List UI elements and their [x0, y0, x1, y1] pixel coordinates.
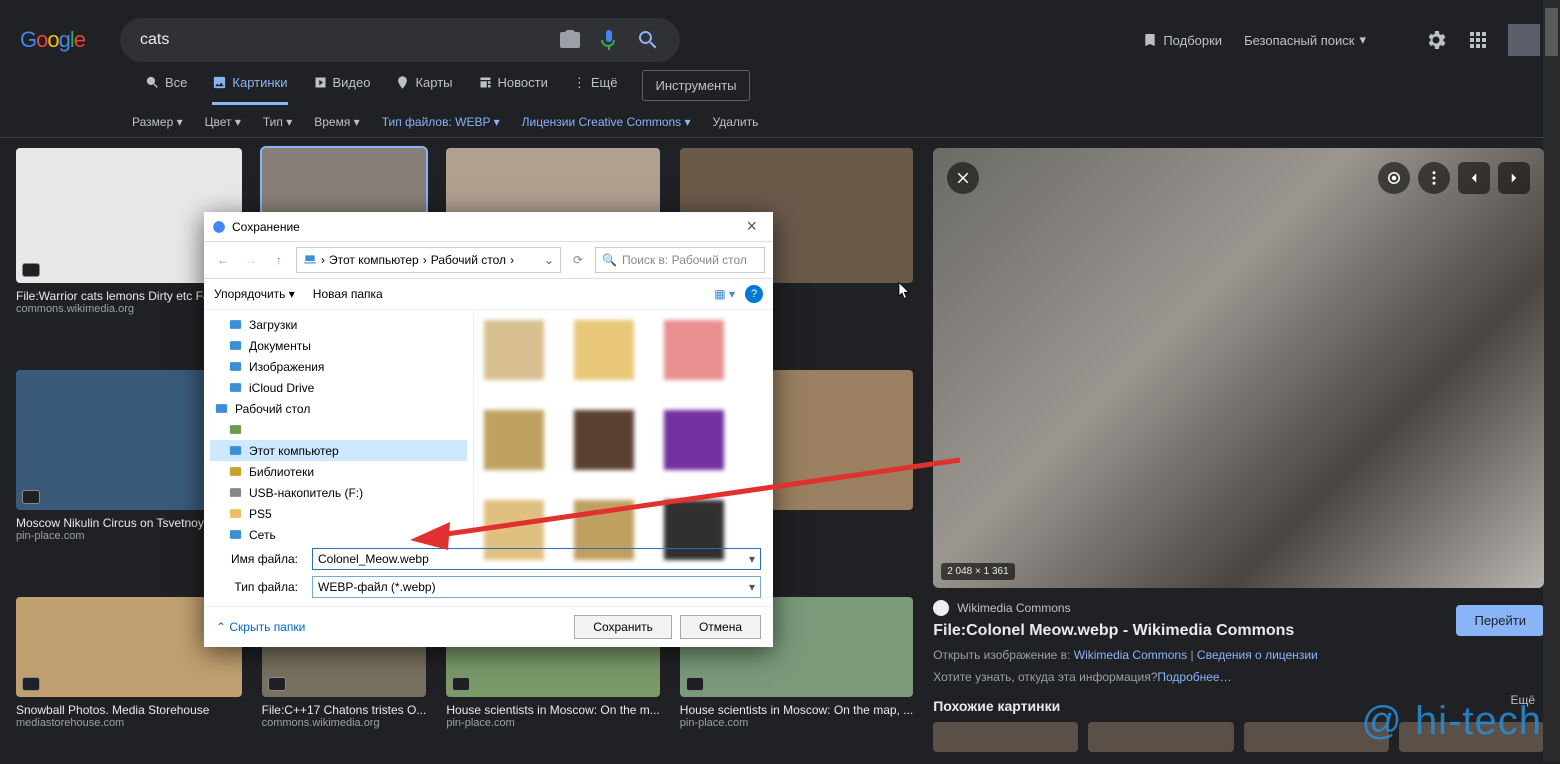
filename-input[interactable]: Colonel_Meow.webp [312, 548, 761, 570]
file-thumb[interactable] [664, 410, 724, 470]
open-in-link[interactable]: Wikimedia Commons [1074, 648, 1187, 662]
search-input[interactable] [140, 31, 543, 49]
tab-more[interactable]: ⋮Ещё [573, 75, 618, 106]
gear-icon[interactable] [1424, 28, 1448, 52]
organize-button[interactable]: Упорядочить ▾ [214, 287, 295, 301]
address-bar[interactable]: ›Этот компьютер›Рабочий стол› ⌄ [296, 247, 561, 273]
tab-maps[interactable]: Карты [395, 75, 452, 105]
filter-color[interactable]: Цвет ▾ [205, 115, 241, 129]
tab-video[interactable]: Видео [313, 75, 371, 105]
view-button[interactable]: ▦ ▾ [714, 287, 735, 301]
chrome-icon [212, 220, 226, 234]
result-source: mediastorehouse.com [16, 717, 242, 729]
preview-source[interactable]: Wikimedia Commons [933, 600, 1544, 616]
page-scrollbar[interactable] [1543, 0, 1560, 762]
tree-node[interactable]: PS5 [210, 503, 467, 524]
hide-folders-link[interactable]: ⌃ Скрыть папки [216, 620, 305, 634]
image-preview-panel: 2 048 × 1 361 Wikimedia Commons File:Col… [933, 148, 1544, 764]
save-dialog: Сохранение × ← → ↑ ›Этот компьютер›Рабоч… [204, 212, 773, 647]
newfolder-button[interactable]: Новая папка [313, 287, 383, 301]
tree-node[interactable] [210, 419, 467, 440]
refresh-button[interactable]: ⟳ [567, 249, 589, 271]
safesearch-link[interactable]: Безопасный поиск ▾ [1244, 32, 1366, 48]
filter-bar: Размер ▾ Цвет ▾ Тип ▾ Время ▾ Тип файлов… [0, 110, 1560, 137]
tab-news[interactable]: Новости [478, 75, 548, 105]
filetype-select[interactable]: WEBP-файл (*.webp) [312, 576, 761, 598]
search-icon[interactable] [636, 28, 660, 52]
nav-fwd-button[interactable]: → [240, 249, 262, 271]
account-avatar[interactable] [1508, 24, 1540, 56]
preview-title: File:Colonel Meow.webp - Wikimedia Commo… [933, 622, 1544, 640]
tree-node[interactable]: Этот компьютер [210, 440, 467, 461]
favicon-icon [933, 600, 949, 616]
folder-tree: ЗагрузкиДокументыИзображенияiCloud Drive… [204, 310, 474, 540]
search-bar[interactable] [120, 18, 680, 62]
collections-link[interactable]: Подборки [1142, 32, 1222, 48]
nav-up-button[interactable]: ↑ [268, 249, 290, 271]
go-button[interactable]: Перейти [1456, 605, 1544, 636]
file-thumb[interactable] [664, 320, 724, 380]
file-thumb[interactable] [574, 320, 634, 380]
filter-time[interactable]: Время ▾ [314, 115, 359, 129]
file-thumb[interactable] [484, 320, 544, 380]
result-source: pin-place.com [446, 717, 659, 729]
tree-node[interactable]: Библиотеки [210, 461, 467, 482]
filetype-label: Тип файла: [216, 580, 306, 594]
file-thumb[interactable] [574, 410, 634, 470]
camera-icon[interactable] [558, 28, 582, 52]
pc-icon [303, 253, 317, 267]
dialog-title: Сохранение [232, 220, 300, 234]
search-tabs: Все Картинки Видео Карты Новости ⋮Ещё Ин… [0, 70, 1560, 110]
close-preview-button[interactable] [947, 162, 979, 194]
prev-image-button[interactable] [1458, 162, 1490, 194]
more-icon[interactable] [1418, 162, 1450, 194]
filter-license[interactable]: Лицензии Creative Commons ▾ [522, 115, 691, 129]
result-title: House scientists in Moscow: On the m... [446, 703, 659, 717]
files-grid [474, 310, 773, 540]
next-image-button[interactable] [1498, 162, 1530, 194]
dialog-search[interactable]: 🔍Поиск в: Рабочий стол [595, 247, 765, 273]
disclaimer-line: Хотите узнать, откуда эта информация?Под… [933, 670, 1544, 684]
help-icon[interactable]: ? [745, 285, 763, 303]
result-title: House scientists in Moscow: On the map, … [680, 703, 913, 717]
nav-back-button[interactable]: ← [212, 249, 234, 271]
tree-node[interactable]: iCloud Drive [210, 377, 467, 398]
filename-label: Имя файла: [216, 552, 306, 566]
lens-icon[interactable] [1378, 162, 1410, 194]
apps-icon[interactable] [1466, 28, 1490, 52]
tools-button[interactable]: Инструменты [642, 70, 749, 101]
save-button[interactable]: Сохранить [574, 615, 672, 639]
header: Google Подборки Безопасный поиск ▾ [0, 0, 1560, 70]
result-title: File:C++17 Chatons tristes O... [262, 703, 427, 717]
tab-images[interactable]: Картинки [212, 75, 287, 105]
preview-image[interactable]: 2 048 × 1 361 [933, 148, 1544, 588]
dialog-close-button[interactable]: × [738, 216, 765, 237]
filter-filetype[interactable]: Тип файлов: WEBP ▾ [382, 115, 500, 129]
filter-size[interactable]: Размер ▾ [132, 115, 183, 129]
tree-node[interactable]: Документы [210, 335, 467, 356]
tree-node[interactable]: Загрузки [210, 314, 467, 335]
tree-node[interactable]: Рабочий стол [210, 398, 467, 419]
tab-all[interactable]: Все [145, 75, 187, 105]
filter-clear[interactable]: Удалить [713, 115, 759, 129]
similar-thumb[interactable] [933, 722, 1078, 752]
dialog-titlebar: Сохранение × [204, 212, 773, 241]
mic-icon[interactable] [597, 28, 621, 52]
open-in-line: Открыть изображение в: Wikimedia Commons… [933, 648, 1544, 662]
result-title: Snowball Photos. Media Storehouse [16, 703, 242, 717]
result-source: pin-place.com [680, 717, 913, 729]
image-dimensions: 2 048 × 1 361 [941, 563, 1014, 580]
cancel-button[interactable]: Отмена [680, 615, 761, 639]
tree-node[interactable]: USB-накопитель (F:) [210, 482, 467, 503]
tree-node[interactable]: Сеть [210, 524, 467, 540]
license-link[interactable]: Сведения о лицензии [1197, 648, 1318, 662]
google-logo[interactable]: Google [20, 27, 85, 53]
filter-type[interactable]: Тип ▾ [263, 115, 292, 129]
watermark: @ hi-tech [1361, 699, 1542, 744]
disclaimer-more[interactable]: Подробнее… [1157, 670, 1231, 684]
similar-thumb[interactable] [1088, 722, 1233, 752]
file-thumb[interactable] [484, 410, 544, 470]
result-source: commons.wikimedia.org [262, 717, 427, 729]
tree-node[interactable]: Изображения [210, 356, 467, 377]
